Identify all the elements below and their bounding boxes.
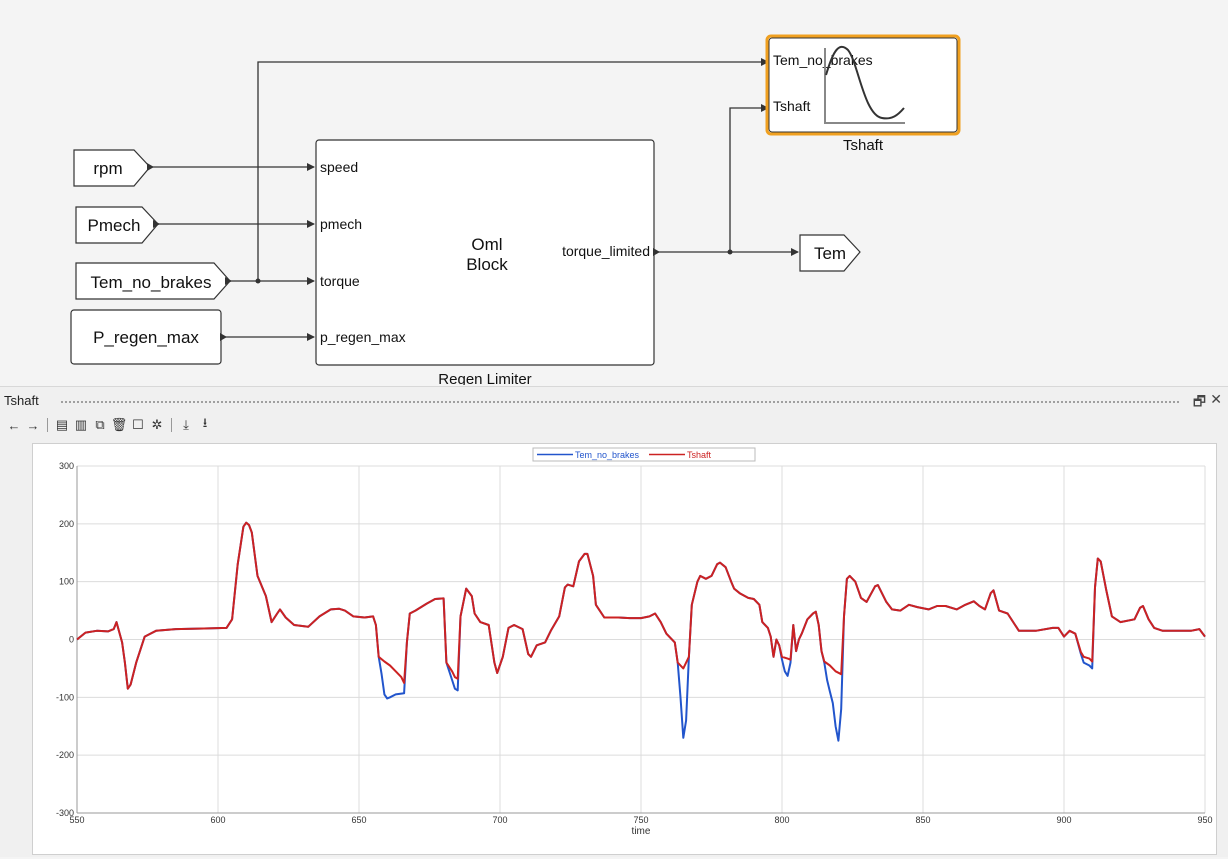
regen-limiter-block-name: Regen Limiter (438, 371, 531, 385)
frame-icon[interactable]: ☐ (130, 417, 146, 433)
close-icon[interactable]: ✕ (1210, 391, 1222, 408)
input-port-rpm[interactable]: rpm (73, 149, 154, 187)
x-tick-label: 600 (210, 815, 225, 825)
input-port-pmech[interactable]: Pmech (75, 206, 160, 244)
y-tick-label: 100 (59, 577, 74, 587)
branch-point (727, 249, 733, 255)
legend-label[interactable]: Tem_no_brakes (575, 450, 640, 460)
port-speed-label: speed (320, 159, 358, 175)
x-tick-label: 650 (351, 815, 366, 825)
export-icon[interactable]: ⤓ (178, 417, 194, 433)
table-icon[interactable]: ▤ (54, 417, 70, 433)
block-content-line1: Oml (471, 235, 502, 254)
input-port-rpm-label: rpm (93, 159, 122, 178)
port-torque-limited-label: torque_limited (562, 243, 650, 259)
scope-window: Tshaft 🗗 ✕ ← → ▤ ▥ ⧉ 🗑 ☐ ✲ ⤓ ⭳ 550 600 650… (0, 386, 1228, 857)
input-port-tem-no-brakes-label: Tem_no_brakes (91, 273, 212, 292)
scope-toolbar: ← → ▤ ▥ ⧉ 🗑 ☐ ✲ ⤓ ⭳ (6, 415, 213, 435)
legend-label[interactable]: Tshaft (687, 450, 712, 460)
chart-icon[interactable]: ▥ (73, 417, 89, 433)
drag-grip[interactable] (60, 400, 1180, 405)
scope-block-name: Tshaft (843, 137, 884, 154)
y-tick-label: 0 (69, 635, 74, 645)
x-tick-label: 800 (774, 815, 789, 825)
y-tick-label: 200 (59, 519, 74, 529)
constant-block-label: P_regen_max (93, 328, 199, 347)
port-torque-label: torque (320, 273, 360, 289)
delete-icon[interactable]: 🗑 (111, 417, 128, 433)
x-tick-label: 900 (1056, 815, 1071, 825)
y-tick-label: 300 (59, 461, 74, 471)
y-tick-label: -300 (56, 808, 74, 818)
input-port-pmech-label: Pmech (88, 216, 141, 235)
scope-block-tshaft[interactable]: Tem_no_brakes Tshaft (765, 34, 961, 136)
y-tick-label: -200 (56, 750, 74, 760)
x-tick-label: 950 (1197, 815, 1212, 825)
back-icon[interactable]: ← (6, 417, 22, 433)
line-chart[interactable]: 550 600 650 700 750 800 850 900 950-300-200-1000… (33, 444, 1216, 854)
x-tick-label: 750 (633, 815, 648, 825)
download-icon[interactable]: ⭳ (197, 415, 213, 433)
x-axis-label: time (632, 826, 651, 837)
block-diagram: rpm Pmech Tem_no_brakes P_regen_max spee… (70, 34, 961, 385)
constant-block-p-regen-max[interactable]: P_regen_max (70, 309, 227, 365)
plot-area[interactable]: 550 600 650 700 750 800 850 900 950 -300 -200 -100 0… (32, 443, 1217, 855)
y-tick-label: -100 (56, 692, 74, 702)
forward-icon[interactable]: → (25, 417, 41, 433)
wire-tshaft-branch[interactable] (729, 104, 769, 252)
x-tick-label: 850 (915, 815, 930, 825)
output-port-tem[interactable]: Tem (799, 234, 861, 272)
scope-port-tem-no-brakes-label: Tem_no_brakes (773, 52, 873, 68)
scope-port-tshaft-label: Tshaft (773, 98, 810, 114)
regen-limiter-block[interactable]: speed pmech torque p_regen_max torque_li… (315, 139, 660, 366)
port-p-regen-max-label: p_regen_max (320, 329, 406, 345)
restore-icon[interactable]: 🗗 (1193, 391, 1206, 415)
x-tick-label: 700 (492, 815, 507, 825)
copy-icon[interactable]: ⧉ (92, 417, 108, 433)
scope-window-title: Tshaft (4, 393, 39, 408)
port-pmech-label: pmech (320, 216, 362, 232)
toolbar-separator (171, 418, 172, 432)
settings-icon[interactable]: ✲ (149, 417, 165, 433)
toolbar-separator (47, 418, 48, 432)
block-content-line2: Block (466, 255, 508, 274)
input-port-tem-no-brakes[interactable]: Tem_no_brakes (75, 262, 232, 300)
branch-point (255, 278, 261, 284)
output-port-tem-label: Tem (814, 244, 846, 263)
